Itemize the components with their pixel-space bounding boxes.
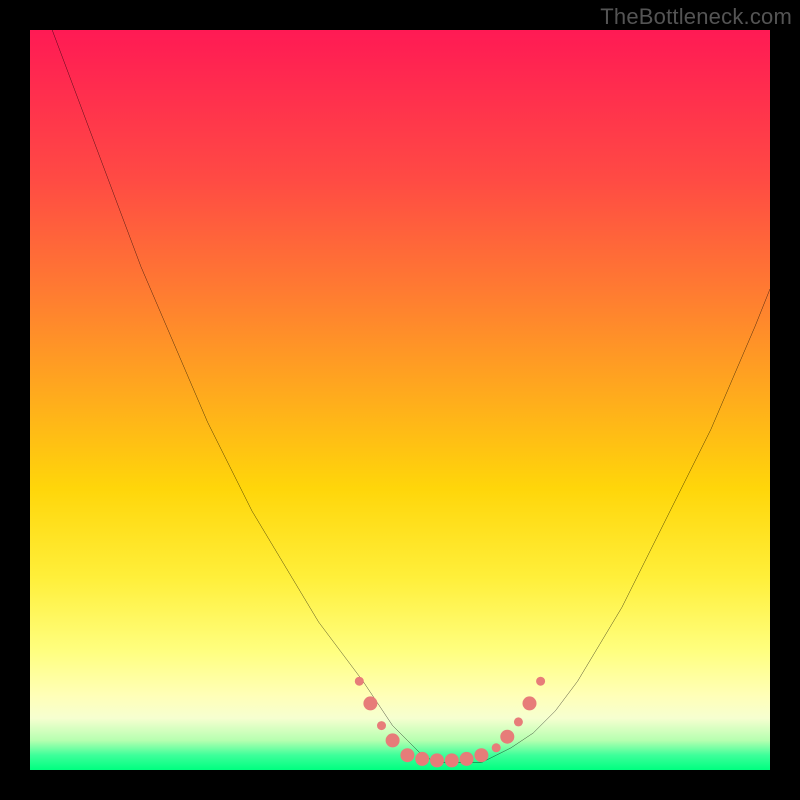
bead [522,696,536,710]
bead [445,753,459,767]
bead [400,748,414,762]
bead [386,733,400,747]
bead [536,677,545,686]
curve-layer [30,30,770,770]
plot-area [30,30,770,770]
bead [492,743,501,752]
bead [474,748,488,762]
bead [363,696,377,710]
overlay-beads [355,677,545,768]
bottleneck-curve [52,30,770,763]
bead [377,721,386,730]
bead [415,752,429,766]
watermark-text: TheBottleneck.com [600,4,792,30]
bead [460,752,474,766]
bead [430,753,444,767]
bead [500,730,514,744]
bead [514,717,523,726]
curve-series [52,30,770,763]
bead [355,677,364,686]
chart-frame: TheBottleneck.com [0,0,800,800]
